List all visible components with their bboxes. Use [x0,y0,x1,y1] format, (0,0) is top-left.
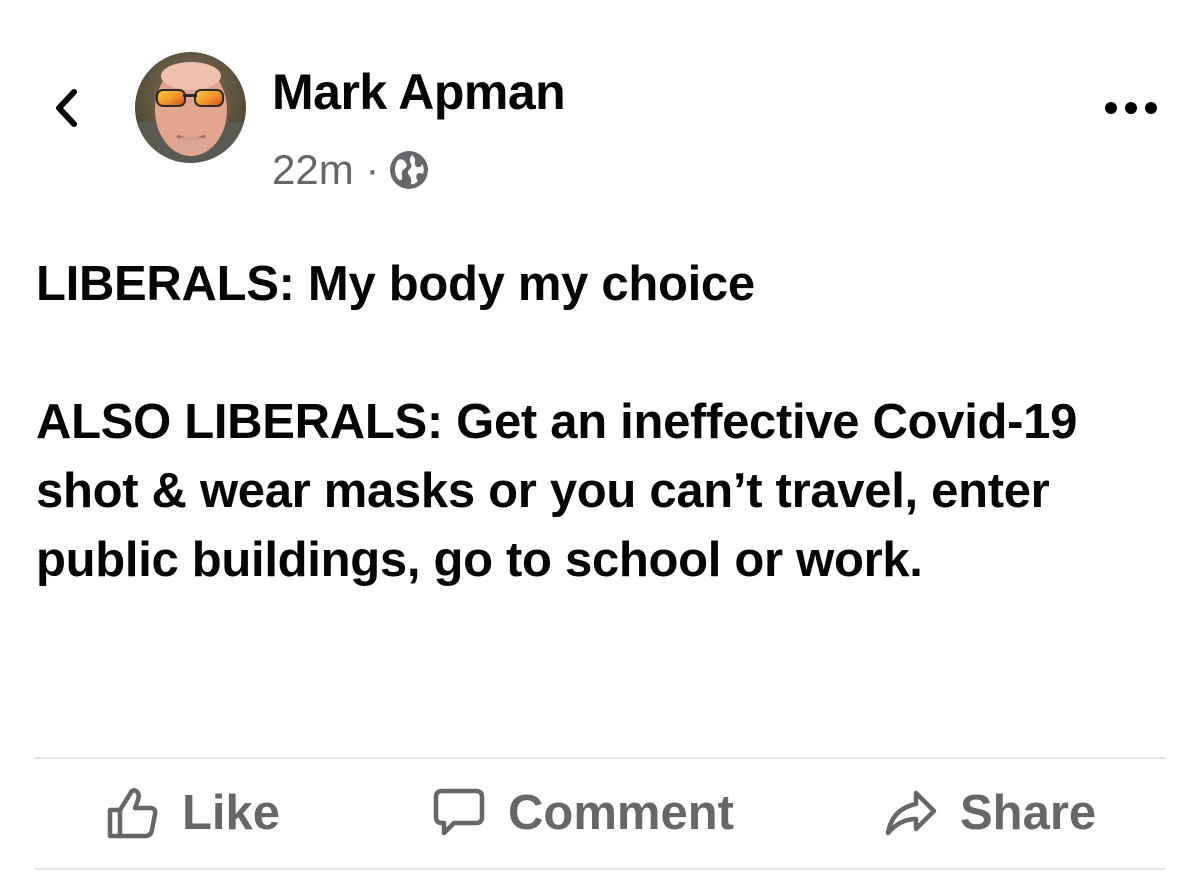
thumbs-up-icon [107,788,158,839]
post-meta: 22m · [272,144,429,196]
back-button[interactable] [44,84,88,132]
divider-bottom [34,868,1166,870]
more-horizontal-icon [1105,102,1157,114]
share-arrow-icon [885,790,937,836]
author-name[interactable]: Mark Apman [272,62,566,122]
comment-bubble-icon [433,788,485,836]
more-options-button[interactable] [1096,88,1166,128]
post-time[interactable]: 22m [272,146,354,194]
avatar-photo [135,52,246,163]
comment-button[interactable]: Comment [432,785,734,841]
post-line-2: ALSO LIBERALS: Get an ineffective Covid-… [36,395,1078,587]
globe-icon [390,151,429,189]
share-label: Share [960,786,1097,840]
post-line-1: LIBERALS: My body my choice [36,257,755,311]
like-button[interactable]: Like [106,785,280,841]
divider-top [34,757,1166,759]
share-button[interactable]: Share [884,785,1096,841]
action-bar: Like Comment Share [34,760,1166,866]
meta-separator: · [365,147,380,192]
like-label: Like [182,786,281,840]
chevron-left-icon [56,89,77,127]
comment-label: Comment [508,786,734,840]
post-body: LIBERALS: My body my choice ALSO LIBERAL… [36,250,1166,595]
avatar[interactable] [135,52,246,163]
